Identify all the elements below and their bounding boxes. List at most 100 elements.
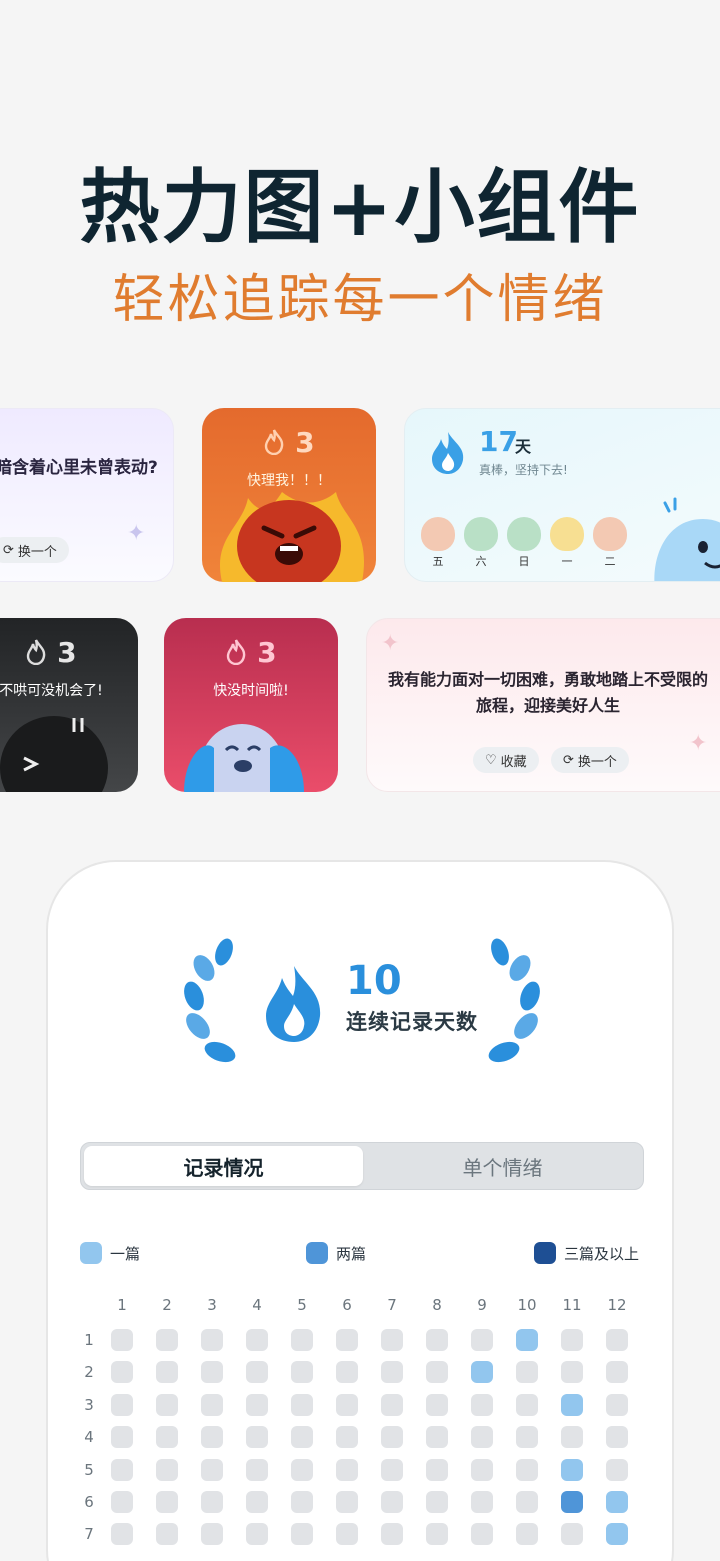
weekday-label: 二 xyxy=(604,555,616,568)
heatmap-cell[interactable] xyxy=(426,1426,448,1449)
heatmap-cell[interactable] xyxy=(156,1523,178,1546)
heatmap-cell[interactable] xyxy=(381,1426,403,1449)
heatmap-cell[interactable] xyxy=(606,1523,628,1546)
tab-records[interactable]: 记录情况 xyxy=(84,1146,363,1186)
heatmap-cell[interactable] xyxy=(471,1491,493,1513)
heatmap-cell[interactable] xyxy=(336,1523,358,1546)
heatmap-cell[interactable] xyxy=(156,1426,178,1449)
refresh-label: 换一个 xyxy=(577,754,617,770)
heatmap-cell[interactable] xyxy=(381,1523,403,1546)
heatmap-cell[interactable] xyxy=(111,1426,133,1449)
heatmap-cell[interactable] xyxy=(156,1491,178,1513)
heatmap-cell[interactable] xyxy=(606,1361,628,1384)
heatmap-cell[interactable] xyxy=(471,1393,493,1416)
heatmap-cell[interactable] xyxy=(336,1426,358,1449)
dark-mood-widget[interactable]: 3 不哄可没机会了! xyxy=(0,618,138,792)
heatmap-cell[interactable] xyxy=(426,1329,448,1351)
heatmap-cell[interactable] xyxy=(291,1393,313,1416)
heatmap-cell[interactable] xyxy=(291,1329,313,1351)
heatmap-cell[interactable] xyxy=(246,1393,268,1416)
streak-widget[interactable]: 17 天 真棒，坚持下去! 五 六 日 一 二 xyxy=(404,408,720,582)
heatmap-cell[interactable] xyxy=(111,1393,133,1416)
heatmap-cell[interactable] xyxy=(606,1426,628,1449)
heatmap-cell[interactable] xyxy=(291,1426,313,1449)
heatmap-cell[interactable] xyxy=(111,1523,133,1546)
heatmap-cell[interactable] xyxy=(381,1491,403,1513)
heatmap-cell[interactable] xyxy=(426,1523,448,1546)
heatmap-cell[interactable] xyxy=(606,1491,628,1513)
heatmap-cell[interactable] xyxy=(201,1361,223,1384)
collect-button[interactable]: ♡ 收藏 xyxy=(473,747,539,773)
refresh-button[interactable]: ⟳ 换一个 xyxy=(0,537,69,563)
heatmap-cell[interactable] xyxy=(426,1491,448,1513)
heatmap-cell[interactable] xyxy=(516,1361,538,1384)
heatmap-cell[interactable] xyxy=(156,1393,178,1416)
heatmap-cell[interactable] xyxy=(201,1491,223,1513)
heatmap-cell[interactable] xyxy=(111,1329,133,1351)
heatmap-cell[interactable] xyxy=(246,1523,268,1546)
heatmap-cell[interactable] xyxy=(426,1458,448,1481)
heatmap-cell[interactable] xyxy=(201,1393,223,1416)
heatmap-cell[interactable] xyxy=(516,1523,538,1546)
heatmap-cell[interactable] xyxy=(606,1329,628,1351)
heatmap-cell[interactable] xyxy=(291,1523,313,1546)
heatmap-cell[interactable] xyxy=(291,1458,313,1481)
heatmap-cell[interactable] xyxy=(201,1329,223,1351)
heatmap-cell[interactable] xyxy=(156,1329,178,1351)
heatmap-cell[interactable] xyxy=(426,1393,448,1416)
heatmap-cell[interactable] xyxy=(336,1491,358,1513)
heatmap-cell[interactable] xyxy=(381,1361,403,1384)
heatmap-cell[interactable] xyxy=(201,1523,223,1546)
refresh-icon: ⟳ xyxy=(3,542,14,558)
quote-widget-small[interactable]: 暗含着心里未曾表动? ⟳ 换一个 ✦ xyxy=(0,408,174,582)
heatmap-cell[interactable] xyxy=(561,1458,583,1481)
heatmap-cell[interactable] xyxy=(561,1393,583,1416)
heatmap-cell[interactable] xyxy=(516,1393,538,1416)
heatmap-cell[interactable] xyxy=(471,1458,493,1481)
heatmap-cell[interactable] xyxy=(336,1393,358,1416)
heatmap-cell[interactable] xyxy=(156,1361,178,1384)
heatmap-cell[interactable] xyxy=(606,1393,628,1416)
heatmap-cell[interactable] xyxy=(381,1393,403,1416)
heatmap-cell[interactable] xyxy=(471,1426,493,1449)
heatmap-cell[interactable] xyxy=(246,1426,268,1449)
heatmap-cell[interactable] xyxy=(336,1458,358,1481)
heatmap-cell[interactable] xyxy=(246,1361,268,1384)
heatmap-cell[interactable] xyxy=(201,1426,223,1449)
heatmap-cell[interactable] xyxy=(336,1329,358,1351)
heatmap-cell[interactable] xyxy=(291,1491,313,1513)
heatmap-cell[interactable] xyxy=(561,1361,583,1384)
heatmap-cell[interactable] xyxy=(426,1361,448,1384)
heatmap-cell[interactable] xyxy=(561,1329,583,1351)
heatmap-cell[interactable] xyxy=(471,1523,493,1546)
heatmap-cell[interactable] xyxy=(336,1361,358,1384)
heatmap-cell[interactable] xyxy=(561,1491,583,1513)
heatmap-cell[interactable] xyxy=(516,1329,538,1351)
heatmap-cell[interactable] xyxy=(291,1361,313,1384)
heatmap-cell[interactable] xyxy=(246,1329,268,1351)
heatmap-cell[interactable] xyxy=(381,1329,403,1351)
sad-mood-widget[interactable]: 3 快没时间啦! xyxy=(164,618,338,792)
heatmap-cell[interactable] xyxy=(111,1458,133,1481)
heatmap-cell[interactable] xyxy=(156,1458,178,1481)
heatmap-cell[interactable] xyxy=(246,1491,268,1513)
heatmap-cell[interactable] xyxy=(111,1361,133,1384)
heatmap-cell[interactable] xyxy=(201,1458,223,1481)
heatmap-cell[interactable] xyxy=(606,1458,628,1481)
heatmap-cell[interactable] xyxy=(561,1523,583,1546)
heatmap-cell[interactable] xyxy=(561,1426,583,1449)
heatmap-cell[interactable] xyxy=(381,1458,403,1481)
heatmap-cell[interactable] xyxy=(111,1491,133,1513)
heatmap-cell[interactable] xyxy=(516,1458,538,1481)
tab-single-mood[interactable]: 单个情绪 xyxy=(363,1146,642,1186)
refresh-button[interactable]: ⟳ 换一个 xyxy=(551,747,629,773)
day-label: 3 xyxy=(84,1395,94,1414)
heatmap-cell[interactable] xyxy=(516,1426,538,1449)
angry-mood-widget[interactable]: 3 快理我！！！ xyxy=(202,408,376,582)
quote-widget-wide[interactable]: ✦ 我有能力面对一切困难，勇敢地踏上不受限的旅程，迎接美好人生 ♡ 收藏 ⟳ 换… xyxy=(366,618,720,792)
heatmap-cell[interactable] xyxy=(246,1458,268,1481)
heatmap-cell[interactable] xyxy=(516,1491,538,1513)
legend-item: 两篇 xyxy=(306,1242,366,1264)
heatmap-cell[interactable] xyxy=(471,1361,493,1384)
heatmap-cell[interactable] xyxy=(471,1329,493,1351)
